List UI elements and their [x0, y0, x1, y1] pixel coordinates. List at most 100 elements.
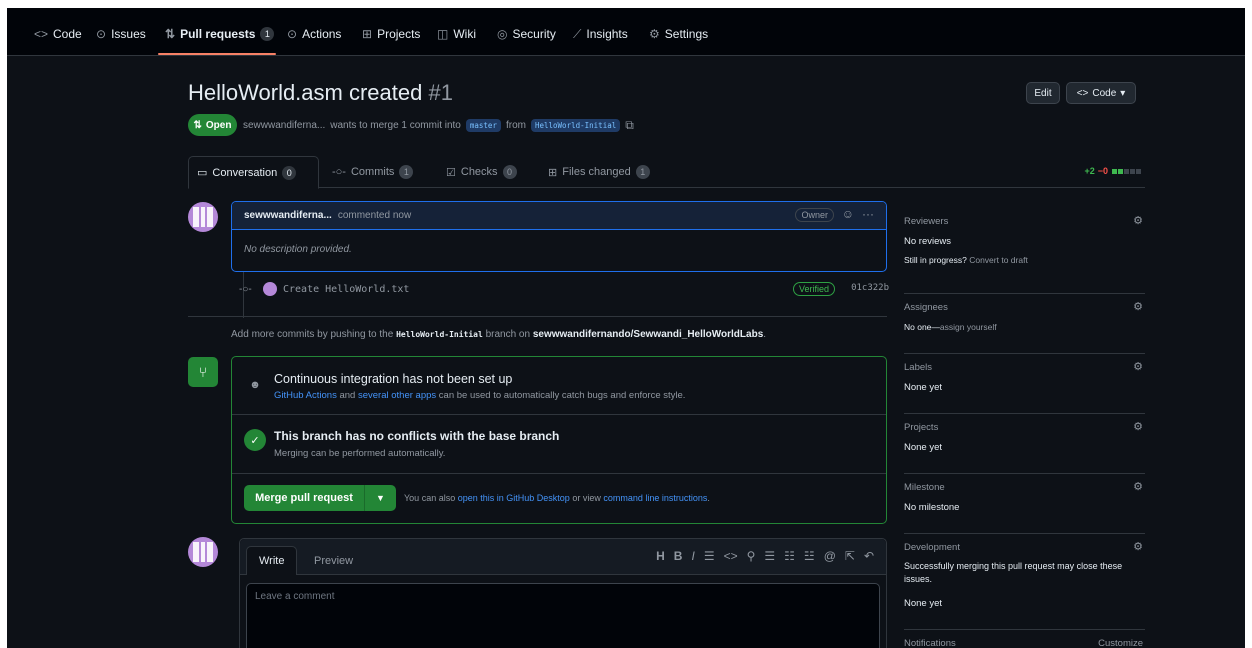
numbered-list-icon[interactable]: ☷	[784, 549, 795, 563]
base-branch[interactable]: master	[465, 119, 501, 132]
tab-label: Projects	[377, 27, 421, 41]
gear-icon[interactable]: ⚙	[1133, 360, 1143, 373]
head-branch[interactable]: HelloWorld-Initial	[530, 119, 621, 132]
mention-icon[interactable]: @	[824, 549, 836, 563]
gear-icon[interactable]: ⚙	[1133, 420, 1143, 433]
development-text: Successfully merging this pull request m…	[904, 561, 1123, 584]
divider	[188, 316, 887, 317]
tab-preview[interactable]: Preview	[302, 546, 365, 575]
github-actions-link[interactable]: GitHub Actions	[274, 390, 337, 401]
link-icon[interactable]: ⚲	[747, 549, 756, 563]
sidebar-milestone: Milestone ⚙ No milestone	[904, 480, 1145, 534]
gear-icon[interactable]: ⚙	[1133, 300, 1143, 313]
code-icon: <>	[1076, 87, 1089, 99]
code-button[interactable]: <> Code ▾	[1066, 82, 1136, 104]
tab-label: Conversation	[212, 166, 278, 179]
tab-issues[interactable]: ⊙ Issues	[96, 23, 146, 45]
verified-badge[interactable]: Verified	[792, 282, 835, 296]
avatar[interactable]	[263, 282, 277, 296]
conflict-subtitle: Merging can be performed automatically.	[274, 448, 446, 459]
pr-author-link[interactable]: sewwwandiferna...	[243, 120, 325, 131]
notifications-heading: Notifications	[904, 638, 956, 648]
gear-icon[interactable]: ⚙	[1133, 480, 1143, 493]
tab-count: 1	[635, 165, 650, 179]
development-heading[interactable]: Development	[904, 542, 960, 553]
tab-wiki[interactable]: ◫ Wiki	[437, 23, 476, 45]
commit-message[interactable]: Create HelloWorld.txt	[283, 284, 409, 295]
tab-checks[interactable]: ☑ Checks 0	[438, 156, 525, 188]
command-line-link[interactable]: command line instructions	[603, 493, 707, 503]
avatar[interactable]	[188, 202, 218, 232]
cross-reference-icon[interactable]: ⇱	[845, 549, 855, 563]
pr-title: HelloWorld.asm created	[188, 80, 423, 105]
github-desktop-link[interactable]: open this in GitHub Desktop	[458, 493, 570, 503]
development-value: None yet	[904, 598, 943, 609]
triangle-down-icon: ▼	[376, 493, 385, 503]
tab-commits[interactable]: -○- Commits 1	[324, 156, 421, 188]
milestone-heading[interactable]: Milestone	[904, 482, 945, 493]
tab-write[interactable]: Write	[246, 546, 298, 575]
conflict-row: ✓ This branch has no conflicts with the …	[232, 415, 886, 474]
tab-code[interactable]: <> Code	[34, 23, 82, 45]
shield-icon: ◎	[497, 27, 508, 41]
tab-actions[interactable]: ⊙ Actions	[287, 23, 341, 45]
copy-icon[interactable]: ⧉	[625, 118, 634, 133]
customize-link[interactable]: Customize	[1098, 638, 1143, 648]
comment-time[interactable]: commented now	[338, 210, 411, 221]
merge-pull-request-button[interactable]: Merge pull request	[244, 485, 364, 511]
bullet-list-icon[interactable]: ☰	[764, 549, 775, 563]
undo-icon[interactable]: ↶	[864, 549, 874, 563]
tab-conversation[interactable]: ▭ Conversation 0	[188, 156, 319, 189]
deletions-count: −0	[1097, 166, 1108, 176]
edit-button[interactable]: Edit	[1026, 82, 1060, 104]
draft-prefix: Still in progress?	[904, 255, 967, 265]
merge-button-group: Merge pull request ▼	[244, 485, 396, 511]
tab-security[interactable]: ◎ Security	[497, 23, 556, 45]
tab-pull-requests[interactable]: ⇅ Pull requests 1	[165, 23, 275, 45]
tab-files-changed[interactable]: ⊞ Files changed 1	[540, 156, 658, 188]
tab-settings[interactable]: ⚙ Settings	[649, 23, 708, 45]
ci-description: GitHub Actions and several other apps ca…	[274, 390, 685, 401]
comment-textarea[interactable]: Leave a comment	[246, 583, 880, 648]
labels-heading[interactable]: Labels	[904, 362, 932, 373]
other-apps-link[interactable]: several other apps	[358, 390, 436, 401]
gear-icon[interactable]: ⚙	[1133, 214, 1143, 227]
tab-insights[interactable]: ⟋ Insights	[573, 23, 628, 45]
italic-icon[interactable]: I	[691, 549, 694, 563]
repo-name: sewwwandifernando/Sewwandi_HelloWorldLab…	[532, 329, 764, 340]
projects-heading[interactable]: Projects	[904, 422, 938, 433]
tab-label: Issues	[111, 27, 146, 41]
bold-icon[interactable]: B	[674, 549, 683, 563]
heading-icon[interactable]: H	[656, 549, 665, 563]
diffstat: +2 −0	[1084, 166, 1141, 176]
pull-request-icon: ⇅	[193, 119, 202, 131]
ci-rest: can be used to automatically catch bugs …	[438, 390, 686, 401]
pull-requests-count: 1	[260, 27, 275, 41]
graph-icon: ⟋	[573, 26, 582, 41]
push-text: branch on	[485, 329, 531, 340]
merge-box: ☻ Continuous integration has not been se…	[231, 356, 887, 524]
commit-sha[interactable]: 01c322b	[851, 283, 889, 293]
assign-yourself-link[interactable]: assign yourself	[940, 322, 997, 332]
kebab-horizontal-icon[interactable]: ···	[862, 207, 874, 221]
tab-projects[interactable]: ⊞ Projects	[362, 23, 420, 45]
merge-options-dropdown[interactable]: ▼	[364, 485, 396, 511]
sidebar-labels: Labels ⚙ None yet	[904, 360, 1145, 414]
assignees-heading[interactable]: Assignees	[904, 302, 948, 313]
quote-icon[interactable]: ☰	[704, 549, 715, 563]
task-list-icon[interactable]: ☳	[804, 549, 815, 563]
tab-label: Wiki	[453, 27, 477, 41]
composer-header: Write Preview H B I ☰ <> ⚲ ☰ ☷ ☳ @ ⇱ ↶	[240, 539, 886, 575]
gear-icon[interactable]: ⚙	[1133, 540, 1143, 553]
avatar[interactable]	[188, 537, 218, 567]
edit-label: Edit	[1034, 87, 1052, 99]
convert-to-draft-link[interactable]: Convert to draft	[969, 255, 1028, 265]
reviewers-heading[interactable]: Reviewers	[904, 216, 948, 227]
pull-request-icon: ⇅	[165, 27, 176, 41]
github-pr-page: <> Code ⊙ Issues ⇅ Pull requests 1 ⊙ Act…	[7, 8, 1245, 648]
code-icon[interactable]: <>	[724, 549, 738, 563]
comment-author[interactable]: sewwwandiferna...	[244, 210, 332, 221]
tab-label: Files changed	[562, 166, 631, 178]
smiley-icon[interactable]: ☺	[842, 207, 854, 221]
tab-label: Insights	[586, 27, 628, 41]
